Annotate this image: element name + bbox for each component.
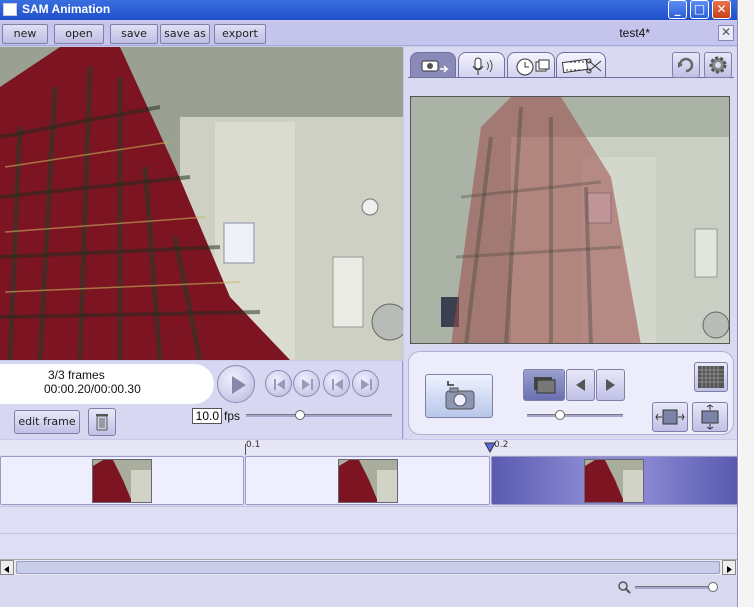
edit-frame-button[interactable]: edit frame [14,410,80,434]
onion-skin-slider-track[interactable] [527,414,623,417]
camera-tab-icon [421,60,449,73]
live-camera-view [0,47,403,360]
gear-icon [709,56,727,74]
flip-vertical-button[interactable] [692,402,728,432]
timeline: 0.1 0.2 [0,440,737,607]
tab-camera[interactable] [410,52,456,78]
capture-frame-button[interactable] [425,374,493,418]
frame-thumbnail [92,459,152,503]
minimize-button[interactable]: _ [668,0,687,19]
settings-button[interactable] [704,52,732,78]
film-edit-tab-icon [561,58,602,74]
export-button[interactable]: export [214,24,266,44]
onion-forward-button[interactable] [596,369,625,401]
frame-count: 3/3 frames [48,368,105,382]
onion-back-button[interactable] [566,369,595,401]
close-project-button[interactable]: ✕ [718,25,734,41]
microphone-tab-icon [472,57,493,75]
step-back-icon [274,379,285,390]
background-window-edge [739,0,754,607]
arrow-left-icon [576,379,585,391]
open-button[interactable]: open [54,24,104,44]
playback-slider-track[interactable] [246,414,392,417]
flip-vertical-icon [701,404,719,430]
window-title: SAM Animation [22,2,111,16]
frame-thumbnail [584,459,644,503]
project-title: test4* [619,26,650,40]
arrow-right-icon [606,379,615,391]
refresh-icon [678,57,694,73]
timeline-ruler: 0.1 0.2 [0,440,737,455]
menu-bar: new open save save as export test4* ✕ [0,22,737,46]
tab-timelapse[interactable] [507,52,555,78]
timeline-frame-3[interactable] [491,456,737,505]
scroll-right-button[interactable] [722,560,736,575]
app-icon [3,3,17,16]
onion-skin-icon [534,377,556,394]
scroll-thumb[interactable] [16,561,720,574]
scroll-left-button[interactable] [0,560,14,575]
status-bar [0,575,737,607]
fps-input[interactable]: 10.0 [192,408,222,424]
trash-icon [96,414,108,431]
play-button[interactable] [217,365,255,403]
save-as-button[interactable]: save as [160,24,210,44]
delete-frame-button[interactable] [88,408,116,436]
tab-edit[interactable] [556,52,606,78]
tab-audio[interactable] [458,52,505,78]
onion-skin-preview [410,96,730,344]
step-forward-icon [302,379,313,390]
onion-skin-slider-handle[interactable] [554,410,565,420]
last-frame-button[interactable] [352,370,379,397]
zoom-icon [618,581,631,594]
fps-label: fps [224,409,241,423]
maximize-button[interactable]: □ [690,0,709,19]
tick-label: 0.1 [246,440,261,450]
empty-track [0,533,737,559]
refresh-camera-button[interactable] [672,52,700,78]
camera-capture-icon [445,381,475,410]
new-button[interactable]: new [2,24,48,44]
timeline-frame-1[interactable] [0,456,244,505]
camera-feed-image [0,47,403,360]
zoom-slider-track[interactable] [635,586,715,589]
audio-track [0,506,737,532]
skip-end-icon [361,379,372,390]
play-icon [232,376,246,394]
timeline-frame-2[interactable] [245,456,490,505]
frame-thumbnail [338,459,398,503]
playback-slider-handle[interactable] [295,410,306,420]
close-window-button[interactable]: ✕ [712,0,731,19]
flip-horizontal-button[interactable] [652,402,688,432]
playhead-marker-icon[interactable] [484,441,496,453]
first-frame-button[interactable] [323,370,350,397]
capture-controls [408,351,734,435]
timecode: 00:00.20/00:00.30 [44,382,141,396]
sam-animation-window: SAM Animation _ □ ✕ new open save save a… [0,0,738,607]
zoom-slider-handle[interactable] [707,582,718,592]
capture-panel [404,47,737,439]
preview-image [411,97,729,343]
title-bar: SAM Animation _ □ ✕ [0,0,737,20]
previous-frame-button[interactable] [265,370,292,397]
grid-toggle-button[interactable] [694,362,728,392]
next-frame-button[interactable] [293,370,320,397]
onion-skin-toggle[interactable] [523,369,565,401]
timeline-scrollbar[interactable] [0,559,737,575]
save-button[interactable]: save [110,24,158,44]
skip-start-icon [332,379,343,390]
flip-horizontal-icon [655,409,685,425]
tick-label: 0.2 [494,440,509,450]
timer-tab-icon [516,58,550,76]
grid-icon [698,366,724,388]
